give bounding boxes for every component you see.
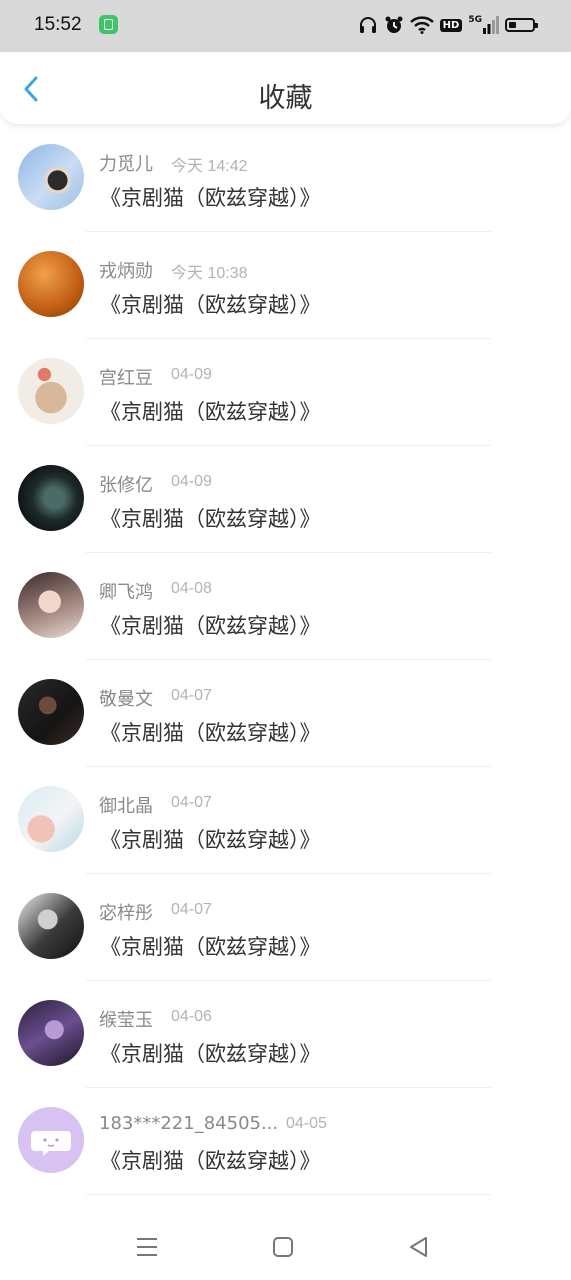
hd-icon: HD [439, 18, 463, 32]
avatar [18, 572, 84, 638]
status-time: 15:52 [34, 14, 82, 35]
app-header: 收藏 [0, 52, 571, 124]
list-item[interactable]: 宓梓彤 04-07 《京剧猫（欧兹穿越）》 [0, 874, 571, 981]
list-item[interactable]: 敬曼文 04-07 《京剧猫（欧兹穿越）》 [0, 660, 571, 767]
work-title: 《京剧猫（欧兹穿越）》 [100, 293, 321, 317]
work-title: 《京剧猫（欧兹穿越）》 [100, 828, 321, 852]
user-name: 张修亿 [99, 475, 153, 496]
avatar [18, 679, 84, 745]
list-item[interactable]: 张修亿 04-09 《京剧猫（欧兹穿越）》 [0, 446, 571, 553]
system-nav-bar [0, 1214, 571, 1280]
avatar [18, 144, 84, 210]
headphones-icon [359, 17, 376, 33]
signal-icon: 5G [468, 16, 499, 34]
work-title: 《京剧猫（欧兹穿越）》 [100, 400, 321, 424]
app-badge-icon [99, 15, 118, 34]
avatar [18, 1107, 84, 1173]
work-title: 《京剧猫（欧兹穿越）》 [100, 186, 321, 210]
user-name: 卿飞鸿 [99, 582, 153, 603]
list-item[interactable]: 御北晶 04-07 《京剧猫（欧兹穿越）》 [0, 767, 571, 874]
list-item[interactable]: 戎炳勋 今天 10:38 《京剧猫（欧兹穿越）》 [0, 232, 571, 339]
user-name: 戎炳勋 [99, 261, 153, 282]
timestamp: 今天 14:42 [171, 158, 248, 175]
list-item[interactable]: 183***221_84505... 04-05 《京剧猫（欧兹穿越）》 [0, 1088, 571, 1195]
avatar [18, 893, 84, 959]
home-square-icon[interactable] [270, 1234, 296, 1260]
avatar [18, 251, 84, 317]
work-title: 《京剧猫（欧兹穿越）》 [100, 507, 321, 531]
timestamp: 今天 10:38 [171, 265, 248, 282]
list-item[interactable]: 力觅儿 今天 14:42 《京剧猫（欧兹穿越）》 [0, 125, 571, 232]
timestamp: 04-08 [171, 580, 212, 597]
avatar [18, 358, 84, 424]
battery-icon [505, 18, 538, 32]
chat-bubble-icon [31, 1131, 71, 1156]
page-title: 收藏 [258, 83, 313, 114]
work-title: 《京剧猫（欧兹穿越）》 [100, 721, 321, 745]
user-name: 御北晶 [99, 796, 153, 817]
work-title: 《京剧猫（欧兹穿越）》 [100, 1042, 321, 1066]
favorites-list: 力觅儿 今天 14:42 《京剧猫（欧兹穿越）》 戎炳勋 今天 10:38 《京… [0, 125, 571, 1195]
divider [86, 1194, 491, 1195]
avatar [18, 786, 84, 852]
user-name: 宓梓彤 [99, 903, 153, 924]
timestamp: 04-07 [171, 794, 212, 811]
list-item[interactable]: 缑莹玉 04-06 《京剧猫（欧兹穿越）》 [0, 981, 571, 1088]
work-title: 《京剧猫（欧兹穿越）》 [100, 1149, 321, 1173]
list-item[interactable]: 宫红豆 04-09 《京剧猫（欧兹穿越）》 [0, 339, 571, 446]
status-bar: 15:52 HD 5G [0, 0, 571, 52]
user-name: 敬曼文 [99, 689, 153, 710]
timestamp: 04-06 [171, 1008, 212, 1025]
user-name: 183***221_84505... [99, 1113, 279, 1134]
timestamp: 04-09 [171, 473, 212, 490]
back-triangle-icon[interactable] [406, 1234, 432, 1260]
list-item[interactable]: 卿飞鸿 04-08 《京剧猫（欧兹穿越）》 [0, 553, 571, 660]
avatar [18, 465, 84, 531]
work-title: 《京剧猫（欧兹穿越）》 [100, 614, 321, 638]
user-name: 缑莹玉 [99, 1010, 153, 1031]
work-title: 《京剧猫（欧兹穿越）》 [100, 935, 321, 959]
timestamp: 04-07 [171, 687, 212, 704]
status-icons: HD 5G [358, 13, 538, 37]
avatar [18, 1000, 84, 1066]
wifi-icon [409, 16, 434, 34]
timestamp: 04-09 [171, 366, 212, 383]
timestamp: 04-05 [286, 1115, 327, 1132]
menu-icon[interactable] [134, 1234, 160, 1260]
user-name: 力觅儿 [99, 154, 153, 175]
user-name: 宫红豆 [99, 368, 153, 389]
alarm-icon [385, 16, 403, 33]
timestamp: 04-07 [171, 901, 212, 918]
